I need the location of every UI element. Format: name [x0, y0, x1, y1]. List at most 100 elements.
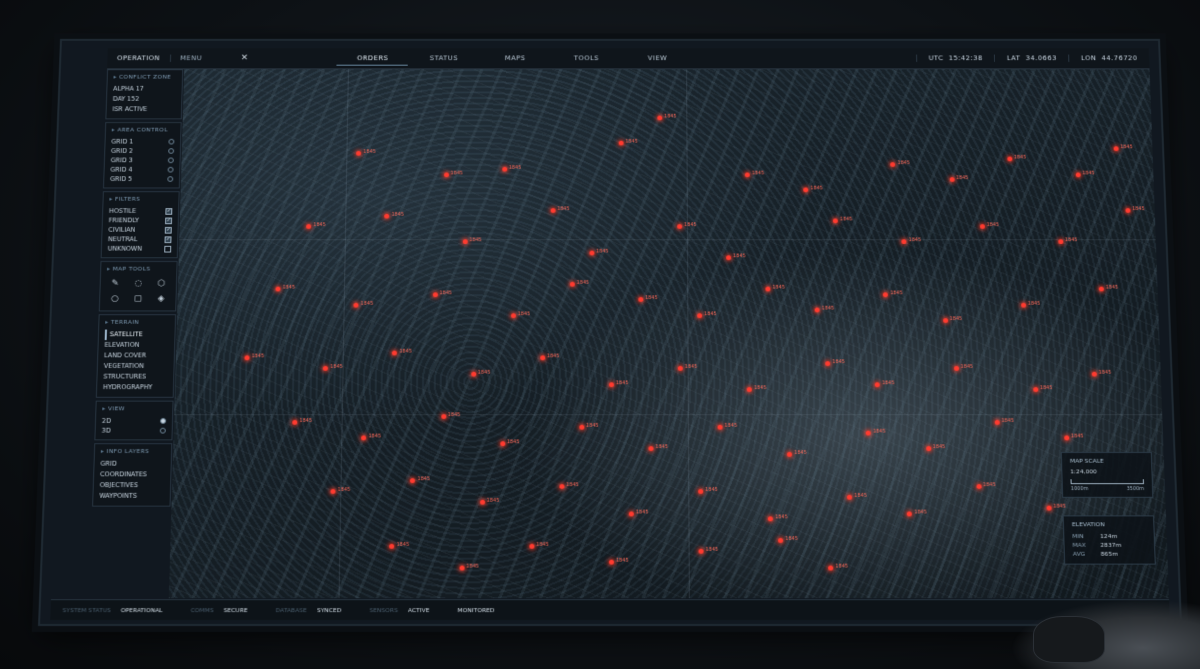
- checkbox-icon[interactable]: ✓: [165, 217, 172, 224]
- filter-friendly[interactable]: FRIENDLY ✓: [109, 216, 173, 225]
- checkbox-icon[interactable]: ✓: [165, 227, 172, 234]
- target-marker[interactable]: 1845: [323, 366, 328, 371]
- target-marker[interactable]: 1845: [1046, 506, 1051, 511]
- grid-3-row[interactable]: GRID 3: [111, 156, 174, 165]
- target-marker[interactable]: 1845: [432, 292, 437, 297]
- target-marker[interactable]: 1845: [471, 371, 476, 376]
- target-marker[interactable]: 1845: [540, 356, 545, 361]
- target-marker[interactable]: 1845: [361, 436, 366, 441]
- layer-waypoints[interactable]: WAYPOINTS: [99, 491, 164, 502]
- target-marker[interactable]: 1845: [847, 495, 852, 500]
- target-marker[interactable]: 1845: [768, 516, 773, 521]
- checkbox-icon[interactable]: [164, 245, 171, 252]
- grid-toggle-icon[interactable]: [168, 139, 174, 145]
- grid-5-row[interactable]: GRID 5: [110, 174, 173, 183]
- view-2d[interactable]: 2D: [102, 416, 166, 426]
- target-marker[interactable]: 1845: [698, 489, 703, 494]
- layer-coordinates[interactable]: COORDINATES: [100, 469, 165, 480]
- target-marker[interactable]: 1845: [529, 544, 534, 549]
- target-marker[interactable]: 1845: [943, 319, 948, 324]
- target-marker[interactable]: 1845: [815, 308, 820, 313]
- tab-maps[interactable]: MAPS: [479, 51, 550, 65]
- radio-icon[interactable]: [160, 428, 166, 434]
- target-marker[interactable]: 1845: [745, 172, 750, 177]
- radio-selected-icon[interactable]: [160, 418, 166, 424]
- polygon-icon[interactable]: ⬡: [153, 279, 171, 289]
- target-marker[interactable]: 1845: [579, 425, 584, 430]
- target-marker[interactable]: 1845: [697, 313, 702, 318]
- target-marker[interactable]: 1845: [511, 313, 516, 318]
- target-marker[interactable]: 1845: [954, 366, 959, 371]
- layer-grid[interactable]: GRID: [100, 459, 165, 470]
- target-marker[interactable]: 1845: [550, 208, 555, 213]
- target-marker[interactable]: 1845: [1092, 371, 1097, 376]
- target-marker[interactable]: 1845: [907, 511, 912, 516]
- checkbox-icon[interactable]: ✓: [165, 208, 172, 215]
- target-marker[interactable]: 1845: [883, 292, 888, 297]
- grid-2-row[interactable]: GRID 2: [111, 146, 174, 155]
- target-marker[interactable]: 1845: [1021, 303, 1026, 308]
- close-icon[interactable]: ✕: [241, 54, 249, 63]
- target-marker[interactable]: 1845: [949, 177, 954, 182]
- target-marker[interactable]: 1845: [629, 511, 634, 516]
- tab-status[interactable]: STATUS: [408, 51, 479, 65]
- target-marker[interactable]: 1845: [1099, 287, 1104, 292]
- grid-toggle-icon[interactable]: [167, 176, 173, 182]
- target-marker[interactable]: 1845: [392, 350, 397, 355]
- filter-hostile[interactable]: HOSTILE ✓: [109, 206, 173, 215]
- tab-view[interactable]: VIEW: [622, 51, 693, 65]
- target-marker[interactable]: 1845: [726, 255, 731, 260]
- target-marker[interactable]: 1845: [678, 366, 683, 371]
- terrain-elevation[interactable]: ELEVATION: [104, 340, 168, 351]
- target-marker[interactable]: 1845: [828, 565, 833, 570]
- pencil-icon[interactable]: ✎: [106, 279, 124, 289]
- target-marker[interactable]: 1845: [747, 387, 752, 392]
- rounded-shape-icon[interactable]: ▢: [129, 294, 147, 304]
- menu-button[interactable]: MENU: [170, 55, 212, 62]
- target-marker[interactable]: 1845: [833, 219, 838, 224]
- target-marker[interactable]: 1845: [980, 224, 985, 229]
- tab-orders[interactable]: ORDERS: [337, 51, 408, 65]
- grid-toggle-icon[interactable]: [168, 148, 174, 154]
- target-marker[interactable]: 1845: [385, 214, 390, 219]
- tab-tools[interactable]: TOOLS: [551, 51, 622, 65]
- eraser-icon[interactable]: ◈: [152, 294, 170, 304]
- filter-neutral[interactable]: NEUTRAL ✓: [108, 235, 172, 244]
- target-marker[interactable]: 1845: [331, 489, 336, 494]
- target-marker[interactable]: 1845: [1007, 157, 1012, 162]
- target-marker[interactable]: 1845: [778, 538, 783, 543]
- target-marker[interactable]: 1845: [589, 250, 594, 255]
- target-marker[interactable]: 1845: [619, 141, 624, 146]
- target-marker[interactable]: 1845: [570, 282, 575, 287]
- target-marker[interactable]: 1845: [638, 297, 643, 302]
- target-marker[interactable]: 1845: [1114, 146, 1119, 151]
- grid-toggle-icon[interactable]: [168, 167, 174, 173]
- target-marker[interactable]: 1845: [825, 361, 830, 366]
- target-marker[interactable]: 1845: [1076, 172, 1081, 177]
- target-marker[interactable]: 1845: [648, 446, 653, 451]
- target-marker[interactable]: 1845: [1033, 387, 1038, 392]
- target-marker[interactable]: 1845: [976, 484, 981, 489]
- grid-4-row[interactable]: GRID 4: [110, 165, 173, 174]
- target-marker[interactable]: 1845: [245, 356, 250, 361]
- target-marker[interactable]: 1845: [480, 500, 485, 505]
- target-marker[interactable]: 1845: [866, 430, 871, 435]
- target-marker[interactable]: 1845: [559, 484, 564, 489]
- target-marker[interactable]: 1845: [926, 446, 931, 451]
- target-marker[interactable]: 1845: [500, 441, 505, 446]
- target-marker[interactable]: 1845: [292, 419, 297, 424]
- target-marker[interactable]: 1845: [902, 240, 907, 245]
- terrain-structures[interactable]: STRUCTURES: [103, 372, 167, 383]
- target-marker[interactable]: 1845: [609, 382, 614, 387]
- target-marker[interactable]: 1845: [441, 414, 446, 419]
- target-marker[interactable]: 1845: [766, 287, 771, 292]
- target-marker[interactable]: 1845: [356, 151, 361, 156]
- target-marker[interactable]: 1845: [699, 549, 704, 554]
- terrain-vegetation[interactable]: VEGETATION: [104, 361, 168, 372]
- target-marker[interactable]: 1845: [390, 544, 395, 549]
- target-marker[interactable]: 1845: [875, 382, 880, 387]
- target-marker[interactable]: 1845: [276, 287, 281, 292]
- target-marker[interactable]: 1845: [657, 115, 662, 120]
- target-marker[interactable]: 1845: [609, 560, 614, 565]
- target-marker[interactable]: 1845: [1058, 240, 1063, 245]
